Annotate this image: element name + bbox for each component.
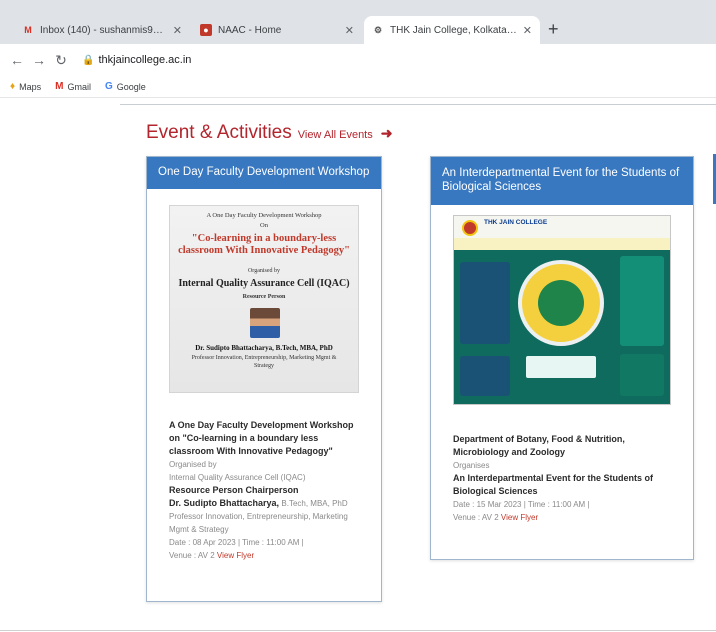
flyer-speaker-name: Dr. Sudipto Bhattacharya, B.Tech, MBA, P… [195,344,333,352]
flyer-speaker-role: Professor Innovation, Entrepreneurship, … [191,355,337,369]
flyer-panel [526,356,596,378]
map-pin-icon: ♦ [10,81,16,92]
event-date: Date : 15 Mar 2023 | Time : 11:00 AM | [453,500,590,509]
new-tab-button[interactable]: + [548,20,559,38]
person-role: Professor Innovation, Entrepreneurship, … [169,512,348,534]
flyer-panel [460,262,510,344]
card-header[interactable]: An Interdepartmental Event for the Stude… [431,157,693,205]
event-card-bio-sciences[interactable]: An Interdepartmental Event for the Stude… [430,156,694,560]
event-card-fdp[interactable]: One Day Faculty Development Workshop A O… [146,156,382,602]
flyer-graphic [538,280,584,326]
tab-label: Inbox (140) - sushanmis978@g [40,24,167,36]
gmail-icon: M [24,25,32,35]
divider [120,104,716,105]
organiser: Internal Quality Assurance Cell (IQAC) [169,473,306,482]
event-flyer-image[interactable]: A One Day Faculty Development Workshop O… [169,205,359,393]
page-content: Event & Activities View All Events ➜ One… [0,98,716,632]
event-date: Date : 08 Apr 2023 | Time : 11:00 AM | [169,538,304,547]
card-header[interactable]: One Day Faculty Development Workshop [147,157,381,189]
reload-icon[interactable]: ↻ [50,52,72,69]
section-heading: Event & Activities View All Events ➜ [146,122,392,144]
flyer-panel [460,356,510,396]
gmail-icon: M [55,81,64,92]
close-icon[interactable]: ✕ [345,24,354,37]
address-bar: ← → ↻ 🔒 thkjaincollege.ac.in [0,44,716,76]
tab-naac[interactable]: ● NAAC - Home ✕ [192,16,362,44]
departments: Department of Botany, Food & Nutrition, … [453,434,625,457]
college-logo [462,220,478,236]
forward-icon[interactable]: → [28,52,50,68]
site-icon: ⚙ [373,24,383,35]
tab-label: THK Jain College, Kolkata - Home [390,24,517,36]
flyer-band [454,238,670,250]
tab-thk-jain[interactable]: ⚙ THK Jain College, Kolkata - Home ✕ [364,16,540,44]
naac-icon: ● [200,24,212,36]
close-icon[interactable]: ✕ [523,24,532,37]
event-title: An Interdepartmental Event for the Stude… [453,473,654,496]
bookmarks-bar: ♦ Maps M Gmail G Google [0,76,716,98]
person-name: Dr. Sudipto Bhattacharya, [169,498,280,508]
bookmark-label: Gmail [67,81,91,92]
flyer-panel [620,354,664,396]
bookmark-gmail[interactable]: M Gmail [55,81,91,92]
browser-tab-bar: M Inbox (140) - sushanmis978@g ✕ ● NAAC … [0,0,716,44]
event-venue: Venue : AV 2 [169,551,215,560]
google-icon: G [104,81,113,92]
view-flyer-link[interactable]: View Flyer [501,513,538,522]
tab-label: NAAC - Home [218,24,282,36]
person-degrees: B.Tech, MBA, PhD [281,499,348,508]
event-venue: Venue : AV 2 [453,513,499,522]
event-details: A One Day Faculty Development Workshop o… [169,419,365,562]
flyer-panel [620,256,664,346]
section-title: Event & Activities [146,122,292,143]
organised-by-label: Organised by [169,460,217,469]
flyer-college: THK JAIN COLLEGE [484,219,548,226]
bookmark-google[interactable]: G Google [105,81,146,92]
flyer-text: A One Day Faculty Development Workshop [206,212,322,219]
flyer-title: "Co-learning in a boundary-less classroo… [178,233,350,256]
flyer-graphic [518,260,604,346]
speaker-photo [250,308,280,338]
view-flyer-link[interactable]: View Flyer [217,551,254,560]
flyer-text: Resource Person [242,294,286,300]
flyer-iqac: Internal Quality Assurance Cell (IQAC) [178,278,350,289]
view-all-events-link[interactable]: View All Events [298,129,373,141]
event-details: Department of Botany, Food & Nutrition, … [453,433,679,524]
close-icon[interactable]: ✕ [173,24,182,37]
divider [0,630,716,631]
bookmark-label: Maps [19,81,42,92]
event-flyer-image[interactable]: THK JAIN COLLEGE [453,215,671,405]
event-title: A One Day Faculty Development Workshop o… [169,420,354,456]
organises-label: Organises [453,461,490,470]
resource-person-label: Resource Person Chairperson [169,485,299,495]
tab-inbox[interactable]: M Inbox (140) - sushanmis978@g ✕ [14,16,190,44]
back-icon[interactable]: ← [6,52,28,68]
flyer-text: On [260,222,268,229]
url-input[interactable]: thkjaincollege.ac.in [98,54,191,66]
lock-icon[interactable]: 🔒 [82,55,94,66]
arrow-right-icon[interactable]: ➜ [381,125,393,142]
bookmark-maps[interactable]: ♦ Maps [10,81,41,92]
flyer-text: Organised by [247,268,281,274]
bookmark-label: Google [116,81,146,92]
